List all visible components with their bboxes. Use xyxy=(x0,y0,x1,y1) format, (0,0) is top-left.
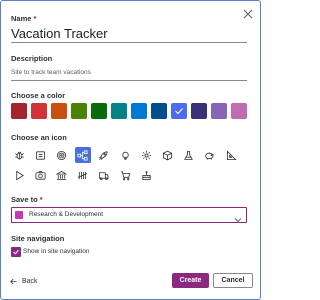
color-swatch[interactable] xyxy=(71,103,87,119)
rocket-icon[interactable] xyxy=(96,147,112,163)
color-swatch[interactable] xyxy=(91,103,107,119)
description-input[interactable] xyxy=(11,67,247,81)
cancel-button[interactable]: Cancel xyxy=(213,273,253,288)
vehicle-icon[interactable] xyxy=(96,167,112,183)
triangle-icon[interactable] xyxy=(223,147,239,163)
piggy-bank-icon[interactable] xyxy=(202,147,218,163)
chevron-down-icon xyxy=(234,211,242,223)
id-card-icon[interactable] xyxy=(32,147,48,163)
create-list-dialog: Name * Description Choose a color Choose… xyxy=(0,0,261,300)
color-label: Choose a color xyxy=(11,91,66,100)
cake-icon[interactable] xyxy=(138,167,154,183)
color-swatch[interactable] xyxy=(151,103,167,119)
save-to-dropdown[interactable]: Research & Development xyxy=(11,207,247,223)
settings-icon[interactable] xyxy=(138,147,154,163)
name-label: Name * xyxy=(11,14,36,23)
name-label-text: Name xyxy=(11,14,32,23)
close-icon[interactable] xyxy=(242,7,254,19)
color-swatch[interactable] xyxy=(111,103,127,119)
show-in-nav-label: Show in site navigation xyxy=(23,248,90,255)
lightbulb-icon[interactable] xyxy=(117,147,133,163)
show-in-nav-checkbox[interactable] xyxy=(11,247,21,257)
bank-icon[interactable] xyxy=(53,167,69,183)
back-button[interactable]: Back xyxy=(10,276,38,286)
cube-icon[interactable] xyxy=(159,147,175,163)
color-swatch[interactable] xyxy=(11,103,27,119)
name-input[interactable] xyxy=(11,24,247,43)
description-label: Description xyxy=(11,54,53,63)
cart-icon[interactable] xyxy=(117,167,133,183)
create-button[interactable]: Create xyxy=(172,273,209,288)
tally-icon[interactable] xyxy=(75,167,91,183)
required-marker: * xyxy=(39,195,43,204)
flask-icon[interactable] xyxy=(181,147,197,163)
color-swatch[interactable] xyxy=(31,103,47,119)
color-swatch[interactable] xyxy=(171,103,187,119)
back-label: Back xyxy=(22,277,38,285)
target-icon[interactable] xyxy=(53,147,69,163)
color-swatch[interactable] xyxy=(231,103,247,119)
save-to-label: Save to * xyxy=(11,195,43,204)
color-swatch[interactable] xyxy=(51,103,67,119)
color-picker xyxy=(11,103,251,120)
camera-icon[interactable] xyxy=(32,167,48,183)
color-swatch[interactable] xyxy=(211,103,227,119)
icon-label: Choose an icon xyxy=(11,133,67,142)
checkmark-icon xyxy=(175,108,183,115)
color-swatch[interactable] xyxy=(191,103,207,119)
checkmark-icon xyxy=(13,249,19,255)
arrow-left-icon xyxy=(10,278,17,284)
play-icon[interactable] xyxy=(11,167,27,183)
flow-icon[interactable] xyxy=(74,147,91,163)
site-navigation-label: Site navigation xyxy=(11,234,65,243)
color-swatch[interactable] xyxy=(131,103,147,119)
icon-picker xyxy=(11,145,251,187)
bug-icon[interactable] xyxy=(11,147,27,163)
site-color-dot xyxy=(15,211,23,219)
required-marker: * xyxy=(33,14,37,23)
save-to-value: Research & Development xyxy=(29,211,104,218)
save-to-label-text: Save to xyxy=(11,195,38,204)
